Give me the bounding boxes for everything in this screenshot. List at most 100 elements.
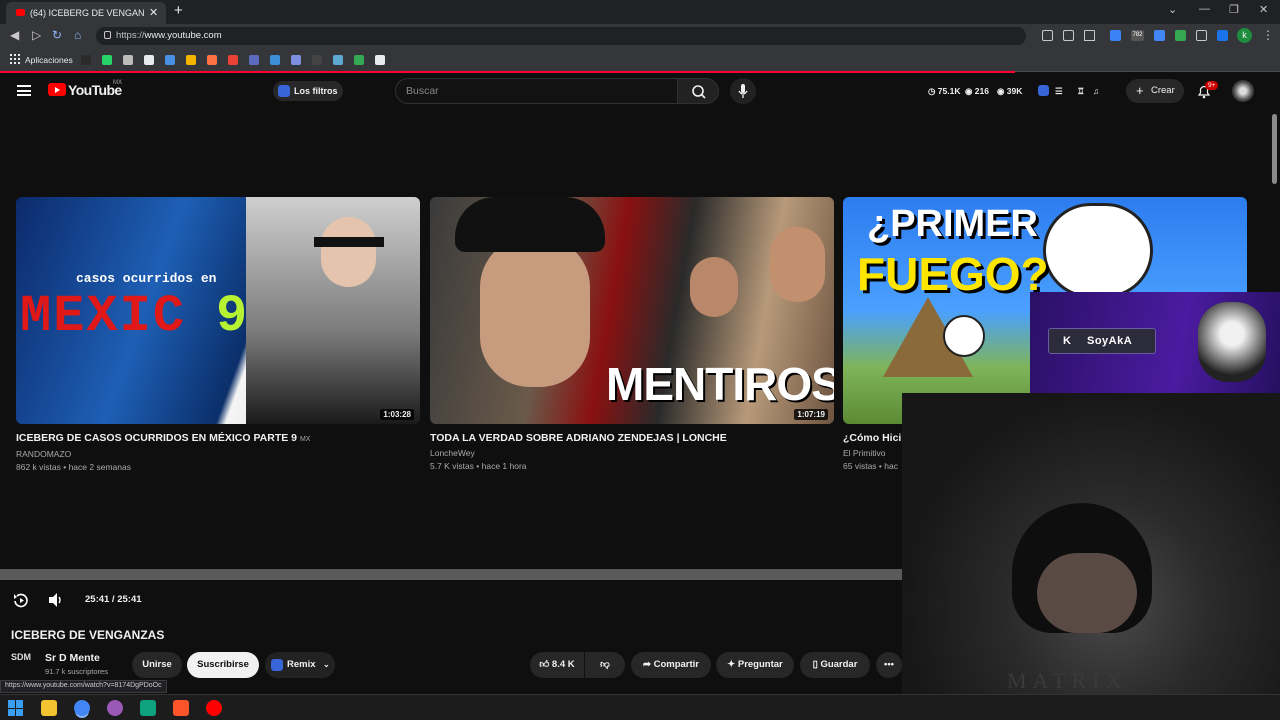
menu-icon[interactable] — [17, 85, 31, 96]
remix-label: Remix — [287, 659, 316, 670]
channel-avatar[interactable]: SDM — [11, 652, 35, 676]
dislike-button[interactable]: 👎︎ — [585, 652, 625, 678]
video-title[interactable]: TODA LA VERDAD SOBRE ADRIANO ZENDEJAS | … — [430, 432, 834, 445]
bookmark-icon[interactable] — [123, 55, 133, 65]
save-button[interactable]: ▯ Guardar — [800, 652, 870, 678]
youtube-logo-icon[interactable] — [48, 83, 66, 96]
list-icon[interactable]: ☰ — [1055, 86, 1063, 97]
microphone-icon — [738, 84, 748, 98]
award-icon[interactable]: ♖ — [1077, 86, 1085, 97]
forward-icon[interactable]: ▷ — [32, 28, 41, 42]
bookmark-icon[interactable] — [186, 55, 196, 65]
bookmark-icon[interactable] — [81, 55, 91, 65]
bookmark-icon[interactable] — [228, 55, 238, 65]
reload-icon[interactable]: ↻ — [52, 28, 62, 42]
stat-watch-time: ◷ 75.1K — [928, 86, 961, 96]
thumbnail-face — [321, 217, 376, 287]
bookmark-icon[interactable] — [165, 55, 175, 65]
new-tab-button[interactable]: + — [174, 2, 183, 19]
youtube-icon[interactable] — [206, 700, 222, 716]
plus-icon: + — [1136, 83, 1144, 98]
video-thumbnail[interactable]: casos ocurridos en MEXIC 9 1:03:28 — [16, 197, 420, 424]
subscribe-button[interactable]: Suscribirse — [187, 652, 259, 678]
create-label: Crear — [1151, 85, 1175, 96]
share-button[interactable]: ➦ Compartir — [631, 652, 711, 678]
bookmark-icon[interactable] — [354, 55, 364, 65]
extensions-puzzle-icon[interactable] — [1154, 30, 1165, 41]
extension-counter-icon[interactable]: 782 — [1131, 30, 1144, 41]
youtube-favicon-icon — [16, 9, 25, 16]
filters-label: Los filtros — [294, 86, 338, 96]
thumbnail-character-small — [943, 315, 985, 357]
channel-name[interactable]: RANDOMAZO — [16, 449, 420, 459]
thumbnail-headline-2: FUEGO? — [857, 248, 1049, 300]
lock-icon — [104, 31, 111, 39]
user-avatar[interactable] — [1232, 80, 1254, 102]
windows-start-icon[interactable] — [8, 700, 24, 716]
thumbs-up-icon: 👍︎ — [539, 659, 550, 670]
more-actions-button[interactable]: ••• — [876, 652, 902, 678]
side-panel-icon[interactable] — [1217, 30, 1228, 41]
shirt-text: MATRIX — [1007, 668, 1128, 693]
bookmark-icon[interactable] — [102, 55, 112, 65]
search-box[interactable] — [395, 78, 678, 104]
volume-icon[interactable] — [47, 592, 65, 608]
minimize-button[interactable]: — — [1199, 3, 1210, 15]
video-duration: 1:07:19 — [794, 409, 828, 420]
search-button[interactable] — [677, 78, 719, 104]
bookmark-icon[interactable] — [144, 55, 154, 65]
discord-icon[interactable] — [107, 700, 123, 716]
browser-tab-active[interactable]: (64) ICEBERG DE VENGANZAS - ✕ — [6, 2, 166, 24]
address-bar[interactable]: https://www.youtube.com — [96, 27, 1026, 45]
video-card[interactable]: casos ocurridos en MEXIC 9 1:03:28 ICEBE… — [16, 197, 420, 472]
bookmark-icon[interactable] — [291, 55, 301, 65]
like-button[interactable]: 👍︎ 8.4 K — [530, 652, 584, 678]
bookmark-icon[interactable] — [333, 55, 343, 65]
video-thumbnail[interactable]: MENTIROSO 1:07:19 — [430, 197, 834, 424]
close-window-button[interactable]: ✕ — [1259, 3, 1268, 16]
apps-bookmark[interactable]: Aplicaciones — [25, 55, 73, 65]
chrome-icon[interactable] — [74, 700, 90, 716]
share-icon[interactable] — [1063, 30, 1074, 41]
bookmark-icon[interactable] — [207, 55, 217, 65]
back-icon[interactable]: ◀ — [10, 28, 19, 42]
remix-button[interactable]: Remix ⌄ — [265, 652, 335, 678]
channel-name[interactable]: LoncheWey — [430, 448, 834, 458]
bell-small-icon[interactable]: ♫ — [1093, 86, 1099, 96]
replay-icon[interactable] — [12, 591, 30, 609]
url-text: https://www.youtube.com — [116, 30, 222, 41]
extension-flask-icon[interactable] — [1175, 30, 1186, 41]
home-icon[interactable]: ⌂ — [74, 28, 81, 42]
scrollbar-thumb[interactable] — [1272, 114, 1277, 184]
downloads-icon[interactable] — [1196, 30, 1207, 41]
filter-extension-icon — [278, 85, 290, 97]
bookmark-icon[interactable] — [270, 55, 280, 65]
tab-close-icon[interactable]: ✕ — [149, 2, 158, 24]
ask-button[interactable]: ✦ Preguntar — [716, 652, 794, 678]
channel-name-main[interactable]: Sr D Mente — [45, 652, 100, 664]
tab-search-icon[interactable]: ⌄ — [1168, 3, 1177, 16]
chatgpt-icon[interactable] — [140, 700, 156, 716]
voice-search-button[interactable] — [730, 78, 756, 104]
install-icon[interactable] — [1042, 30, 1053, 41]
extension-audio-icon[interactable] — [1110, 30, 1121, 41]
bookmark-icon[interactable] — [249, 55, 259, 65]
file-explorer-icon[interactable] — [41, 700, 57, 716]
profile-avatar[interactable]: k — [1237, 28, 1252, 43]
video-title[interactable]: ICEBERG DE CASOS OCURRIDOS EN MÉXICO PAR… — [16, 432, 420, 446]
join-button[interactable]: Unirse — [132, 652, 182, 678]
search-input[interactable] — [406, 84, 666, 98]
browser-menu-icon[interactable]: ⋮ — [1262, 28, 1274, 42]
bookmark-star-icon[interactable] — [1084, 30, 1095, 41]
webcam-feed: MATRIX — [902, 393, 1280, 720]
bookmark-icon[interactable] — [375, 55, 385, 65]
apps-grid-icon[interactable] — [10, 54, 20, 64]
seek-bar[interactable] — [0, 569, 902, 580]
video-card[interactable]: MENTIROSO 1:07:19 TODA LA VERDAD SOBRE A… — [430, 197, 834, 471]
restore-button[interactable]: ❐ — [1229, 3, 1239, 16]
brave-icon[interactable] — [173, 700, 189, 716]
bookmark-icon[interactable] — [312, 55, 322, 65]
create-button[interactable]: + Crear — [1126, 79, 1184, 103]
extension-chip-icon[interactable] — [1038, 85, 1049, 96]
filters-button[interactable]: Los filtros — [273, 81, 343, 101]
